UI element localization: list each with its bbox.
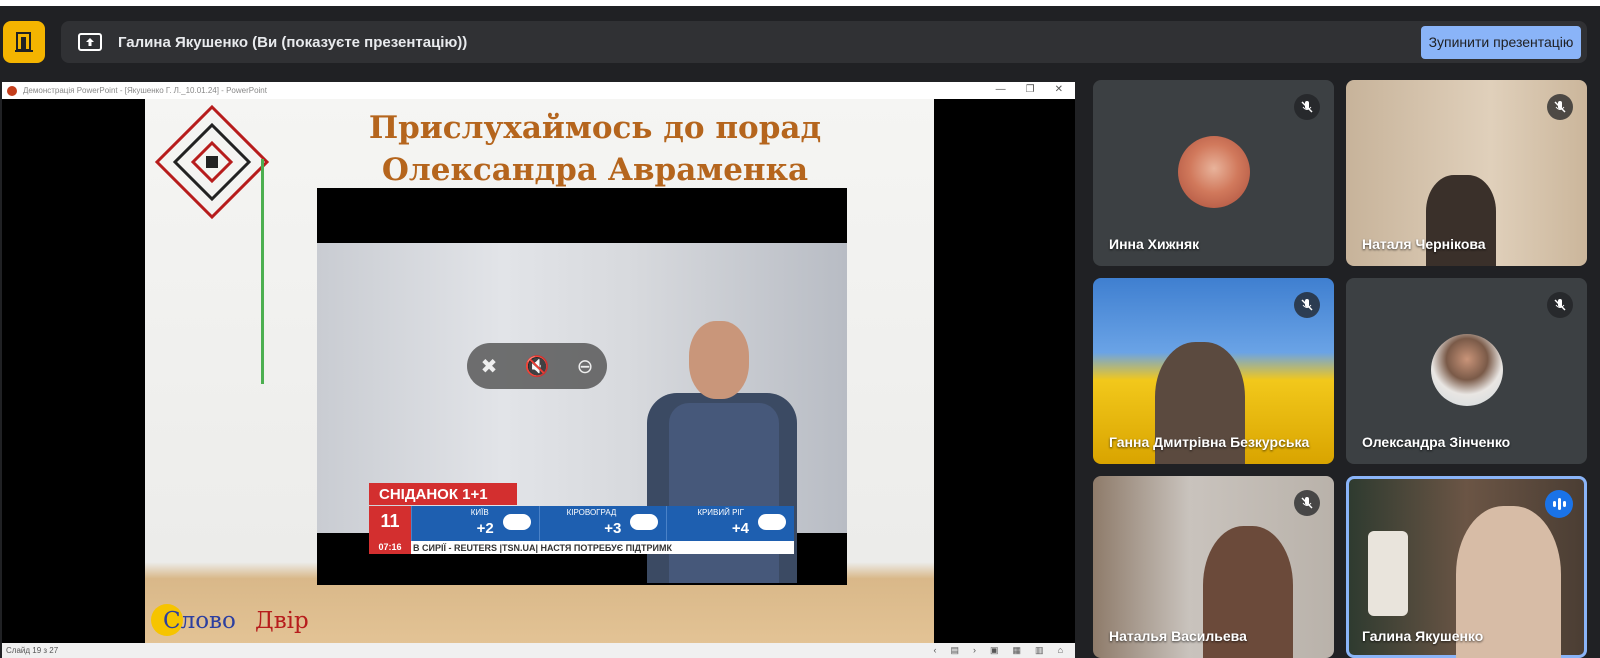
tv-show-banner: СНІДАНОК 1+1 bbox=[369, 483, 517, 505]
city-name: КІРОВОГРАД bbox=[566, 508, 617, 517]
reading-view-icon[interactable]: ▥ bbox=[1035, 645, 1044, 656]
mic-off-icon bbox=[1547, 94, 1573, 120]
minimize-icon[interactable]: — bbox=[996, 84, 1006, 95]
video-overlay-controls: ✖ 🔇 ⊖ bbox=[467, 343, 607, 389]
slide: Прислухаймось до порад Олександра Авраме… bbox=[145, 99, 934, 644]
mic-off-icon bbox=[1294, 292, 1320, 318]
slideshow-icon[interactable]: ⌂ bbox=[1058, 645, 1063, 656]
city-name: КИЇВ bbox=[470, 508, 489, 517]
avatar bbox=[1177, 136, 1250, 208]
remove-icon[interactable]: ⊖ bbox=[577, 354, 594, 379]
mic-off-icon bbox=[1294, 490, 1320, 516]
logo-text-slovo: Слово bbox=[163, 608, 236, 634]
powerpoint-statusbar: Слайд 19 з 27 ‹ ▤ › ▣ ▦ ▥ ⌂ bbox=[2, 643, 1075, 658]
stop-presentation-button[interactable]: Зупинити презентацію bbox=[1421, 26, 1581, 59]
close-icon[interactable]: ✕ bbox=[1055, 84, 1063, 95]
participant-name: Наталя Чернікова bbox=[1362, 236, 1486, 252]
slide-counter: Слайд 19 з 27 bbox=[6, 646, 59, 655]
decorative-line bbox=[261, 159, 264, 384]
city-temp: +4 bbox=[731, 520, 750, 537]
ticker-text: В СИРІЇ - REUTERS |TSN.UA| НАСТЯ ПОТРЕБУ… bbox=[413, 542, 672, 553]
participant-tile[interactable]: Олександра Зінченко bbox=[1346, 278, 1587, 464]
participant-video bbox=[1426, 175, 1496, 266]
snow-cloud-icon bbox=[502, 514, 531, 530]
lantern-decoration bbox=[1368, 531, 1408, 616]
participant-name: Наталья Васильева bbox=[1109, 628, 1247, 644]
snow-cloud-icon bbox=[758, 514, 787, 530]
embedded-video[interactable]: ✖ 🔇 ⊖ СНІДАНОК 1+1 11 КИЇВ +2 КІРОВОГРАД… bbox=[317, 188, 847, 585]
top-strip bbox=[0, 0, 1600, 6]
participant-name: Ганна Дмитрівна Безкурська bbox=[1109, 434, 1310, 450]
mic-off-icon bbox=[1294, 94, 1320, 120]
embroidery-ornament bbox=[154, 104, 270, 220]
present-screen-icon bbox=[78, 33, 102, 51]
participant-tile[interactable]: Наталья Васильева bbox=[1093, 476, 1334, 658]
avatar bbox=[1430, 334, 1503, 406]
tv-time: 07:16 bbox=[369, 541, 411, 554]
presenter-vest bbox=[669, 403, 779, 583]
participant-name: Инна Хижняк bbox=[1109, 236, 1200, 252]
speaking-indicator-icon bbox=[1545, 490, 1573, 518]
slovodvir-logo: Слово Двір bbox=[145, 594, 345, 644]
participant-tile[interactable]: Инна Хижняк bbox=[1093, 80, 1334, 266]
slide-title: Прислухаймось до порад Олександра Авраме… bbox=[368, 110, 822, 188]
tv-weather-strip: 11 КИЇВ +2 КІРОВОГРАД +3 КРИВИЙ РІГ +4 bbox=[369, 506, 794, 541]
volume-off-icon[interactable]: 🔇 bbox=[525, 354, 550, 379]
door-icon bbox=[15, 32, 33, 52]
tv-ticker: 07:16 В СИРІЇ - REUTERS |TSN.UA| НАСТЯ П… bbox=[369, 541, 794, 554]
presenter-head bbox=[689, 321, 749, 399]
participant-name: Олександра Зінченко bbox=[1362, 434, 1511, 450]
next-slide-icon[interactable]: › bbox=[973, 645, 976, 656]
powerpoint-icon bbox=[7, 85, 17, 96]
powerpoint-titlebar: Демонстрація PowerPoint - [Якушенко Г. Л… bbox=[2, 82, 1075, 99]
participant-name: Галина Якушенко bbox=[1362, 628, 1484, 644]
tv-weather-city: КІРОВОГРАД +3 bbox=[538, 506, 667, 541]
participant-tile-self[interactable]: Галина Якушенко bbox=[1346, 476, 1587, 658]
participant-tile[interactable]: Наталя Чернікова bbox=[1346, 80, 1587, 266]
city-name: КРИВИЙ РІГ bbox=[697, 508, 745, 517]
tv-weather-city: КРИВИЙ РІГ +4 bbox=[666, 506, 794, 541]
city-temp: +2 bbox=[476, 520, 494, 537]
meet-room-icon[interactable] bbox=[3, 21, 45, 63]
logo-text-dvir: Двір bbox=[255, 608, 309, 634]
sorter-view-icon[interactable]: ▦ bbox=[1013, 645, 1022, 656]
powerpoint-window-title: Демонстрація PowerPoint - [Якушенко Г. Л… bbox=[23, 86, 267, 95]
tv-weather-city: КИЇВ +2 bbox=[411, 506, 539, 541]
prev-slide-icon[interactable]: ‹ bbox=[934, 645, 937, 656]
tv-date: 11 bbox=[369, 506, 411, 541]
pin-off-icon[interactable]: ✖ bbox=[481, 354, 498, 379]
slide-menu-icon[interactable]: ▤ bbox=[951, 645, 960, 656]
restore-icon[interactable]: ❐ bbox=[1026, 84, 1035, 95]
normal-view-icon[interactable]: ▣ bbox=[990, 645, 999, 656]
shared-screen: Демонстрація PowerPoint - [Якушенко Г. Л… bbox=[2, 82, 1075, 658]
mic-off-icon bbox=[1547, 292, 1573, 318]
city-temp: +3 bbox=[604, 520, 622, 537]
snow-cloud-icon bbox=[630, 514, 659, 530]
participant-tile[interactable]: Ганна Дмитрівна Безкурська bbox=[1093, 278, 1334, 464]
presentation-bar: Галина Якушенко (Ви (показуєте презентац… bbox=[61, 21, 1587, 63]
presentation-label: Галина Якушенко (Ви (показуєте презентац… bbox=[118, 33, 468, 51]
